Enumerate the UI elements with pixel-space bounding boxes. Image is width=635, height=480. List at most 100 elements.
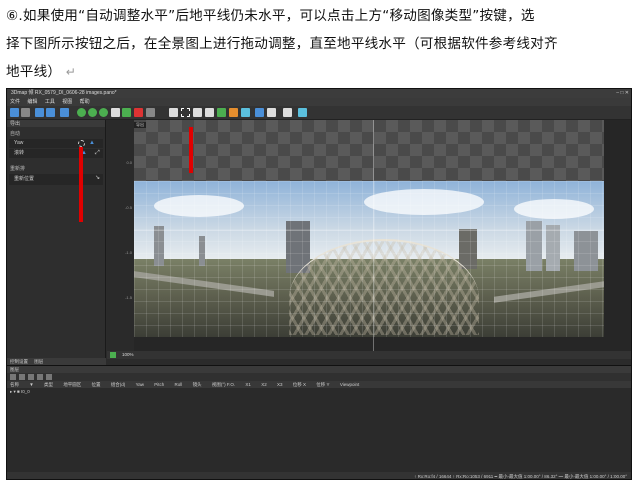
stitch-icon[interactable] — [255, 108, 264, 117]
arrow-up-icon[interactable]: ▲ — [89, 140, 95, 147]
column-header[interactable]: 名称 — [7, 381, 19, 388]
wrench-icon[interactable] — [283, 108, 292, 117]
yaw-label: Yaw — [14, 140, 24, 146]
column-header[interactable]: Pitch — [151, 381, 164, 388]
new-project-icon[interactable] — [10, 108, 19, 117]
column-header[interactable]: ▼ — [26, 381, 33, 388]
toolbar — [7, 106, 631, 120]
tab-control-settings[interactable]: 控制设置 — [10, 359, 28, 364]
paragraph-return-mark: ↵ — [65, 65, 76, 79]
viewport-footer: 100% — [107, 351, 631, 359]
column-header[interactable]: 位移 Y — [313, 381, 329, 388]
column-header[interactable]: X2 — [258, 381, 267, 388]
column-header[interactable]: X1 — [242, 381, 251, 388]
globe-icon[interactable] — [77, 108, 86, 117]
ruler-mark: 0.0 — [126, 160, 132, 165]
rotate-icon[interactable] — [193, 108, 202, 117]
layer-icon[interactable] — [122, 108, 131, 117]
move-image-icon[interactable] — [181, 108, 190, 117]
undo-icon[interactable] — [35, 108, 44, 117]
left-panel-title: 导出 — [7, 120, 105, 127]
app-screenshot: 3Dmap 倾 RX_0579_DI_0606-28 images.pano* … — [6, 88, 632, 480]
export-icon[interactable] — [298, 108, 307, 117]
menu-edit[interactable]: 编辑 — [27, 99, 37, 105]
layers-column-headers: 名称 ▼ 类型 地平圆区 位置 组合(d) Yaw Pitch Roll 镜头 … — [7, 381, 631, 388]
instruction-text: ⑥.如果使用“自动调整水平”后地平线仍未水平，可以点击上方“移动图像类型”按键，… — [6, 2, 631, 86]
section-auto-label: 自动 — [10, 131, 21, 137]
viewport-label: 导出 — [134, 122, 146, 128]
layer-tree-item[interactable]: ▸ ▾ ■ I0_0 — [7, 388, 631, 395]
section-reorder-label: 重新排 — [10, 166, 26, 172]
left-panel-tabs: 控制设置 图层 — [7, 358, 106, 365]
select-icon[interactable] — [169, 108, 178, 117]
open-icon[interactable] — [21, 108, 30, 117]
zoom-level[interactable]: 100% — [122, 351, 134, 359]
horizon-guide — [134, 230, 604, 231]
group-icon[interactable] — [37, 374, 43, 380]
window-controls[interactable]: – □ ✕ — [616, 89, 629, 98]
column-header[interactable]: 镜头 — [190, 381, 202, 388]
status-bar: ↑ Rx:Ro:f4 / 16644 ↑ Rx:Ro:1053 / 6911 ━… — [7, 472, 631, 479]
globe-alt-icon[interactable] — [88, 108, 97, 117]
ruler-mark: -1.0 — [125, 250, 132, 255]
grid-icon[interactable] — [111, 108, 120, 117]
panorama-image[interactable] — [134, 181, 604, 337]
menu-help[interactable]: 帮助 — [80, 99, 90, 105]
layers-panel-title: 图层 — [7, 366, 631, 373]
left-panel: 导出 自动 Yaw ▲ 滚转 ▲ ⤢ 重新排 重新位置 ↘ — [7, 120, 106, 358]
center-guide-vertical — [373, 120, 374, 358]
redo-icon[interactable] — [46, 108, 55, 117]
add-layer-icon[interactable] — [10, 374, 16, 380]
palette-icon[interactable] — [229, 108, 238, 117]
ruler-mark: -0.5 — [125, 205, 132, 210]
menu-view[interactable]: 视图 — [62, 99, 72, 105]
pano-viewport[interactable]: 0.0 -0.5 -1.0 -1.5 导出 — [107, 120, 631, 358]
vertical-ruler: 0.0 -0.5 -1.0 -1.5 — [107, 120, 134, 358]
reposition-row[interactable]: 重新位置 ↘ — [9, 174, 103, 185]
delete-layer-icon[interactable] — [28, 374, 34, 380]
image-icon[interactable] — [217, 108, 226, 117]
column-header[interactable]: 位移 X — [290, 381, 306, 388]
crop-icon[interactable] — [146, 108, 155, 117]
title-bar: 3Dmap 倾 RX_0579_DI_0606-28 images.pano* … — [7, 89, 631, 98]
column-header[interactable]: 组合(d) — [108, 381, 126, 388]
column-header[interactable]: 位置 — [89, 381, 101, 388]
roll-label: 滚转 — [14, 150, 25, 156]
window-title: 3Dmap 倾 RX_0579_DI_0606-28 images.pano* — [11, 90, 117, 96]
expand-corner-icon[interactable]: ⤢ — [95, 150, 101, 157]
expand-icon[interactable] — [205, 108, 214, 117]
column-header[interactable]: Roll — [172, 381, 183, 388]
duplicate-layer-icon[interactable] — [19, 374, 25, 380]
save-icon[interactable] — [60, 108, 69, 117]
tab-layers[interactable]: 图层 — [34, 359, 43, 364]
annotation-arrow-toolbar — [189, 127, 193, 173]
layers-panel: 图层 名称 ▼ 类型 地平圆区 位置 组合(d) Yaw Pitch Roll … — [7, 365, 631, 472]
menu-file[interactable]: 文件 — [10, 99, 20, 105]
column-header[interactable]: Yaw — [133, 381, 144, 388]
instruction-line-1: ⑥.如果使用“自动调整水平”后地平线仍未水平，可以点击上方“移动图像类型”按键，… — [6, 8, 535, 24]
menu-tools[interactable]: 工具 — [45, 99, 55, 105]
roll-row[interactable]: 滚转 ▲ ⤢ — [9, 149, 103, 158]
instruction-line-2: 择下图所示按钮之后，在全景图上进行拖动调整，直至地平线水平（可根据软件参考线对齐 — [6, 36, 558, 52]
yaw-row[interactable]: Yaw ▲ — [9, 139, 103, 148]
column-header[interactable]: 类型 — [41, 381, 53, 388]
mask-icon[interactable] — [134, 108, 143, 117]
column-header[interactable]: 地平圆区 — [60, 381, 81, 388]
move-target-icon[interactable] — [78, 140, 85, 147]
column-header[interactable]: Viewpoint — [337, 381, 359, 388]
column-header[interactable]: X3 — [274, 381, 283, 388]
menu-bar: 文件 编辑 工具 视图 帮助 — [7, 98, 631, 106]
horizon-icon[interactable] — [241, 108, 250, 117]
ruler-mark: -1.5 — [125, 295, 132, 300]
instruction-line-3: 地平线） ↵ — [6, 64, 76, 80]
column-header[interactable]: 视图(°) F.O. — [209, 381, 235, 388]
settings-icon[interactable] — [267, 108, 276, 117]
lock-icon[interactable] — [46, 374, 52, 380]
grid-overlay — [134, 181, 604, 337]
reposition-icon[interactable]: ↘ — [95, 175, 101, 182]
reposition-label: 重新位置 — [14, 176, 35, 182]
annotation-arrow-left — [79, 147, 83, 222]
align-icon[interactable] — [99, 108, 108, 117]
play-icon[interactable] — [110, 352, 116, 358]
layers-toolbar — [7, 373, 631, 381]
